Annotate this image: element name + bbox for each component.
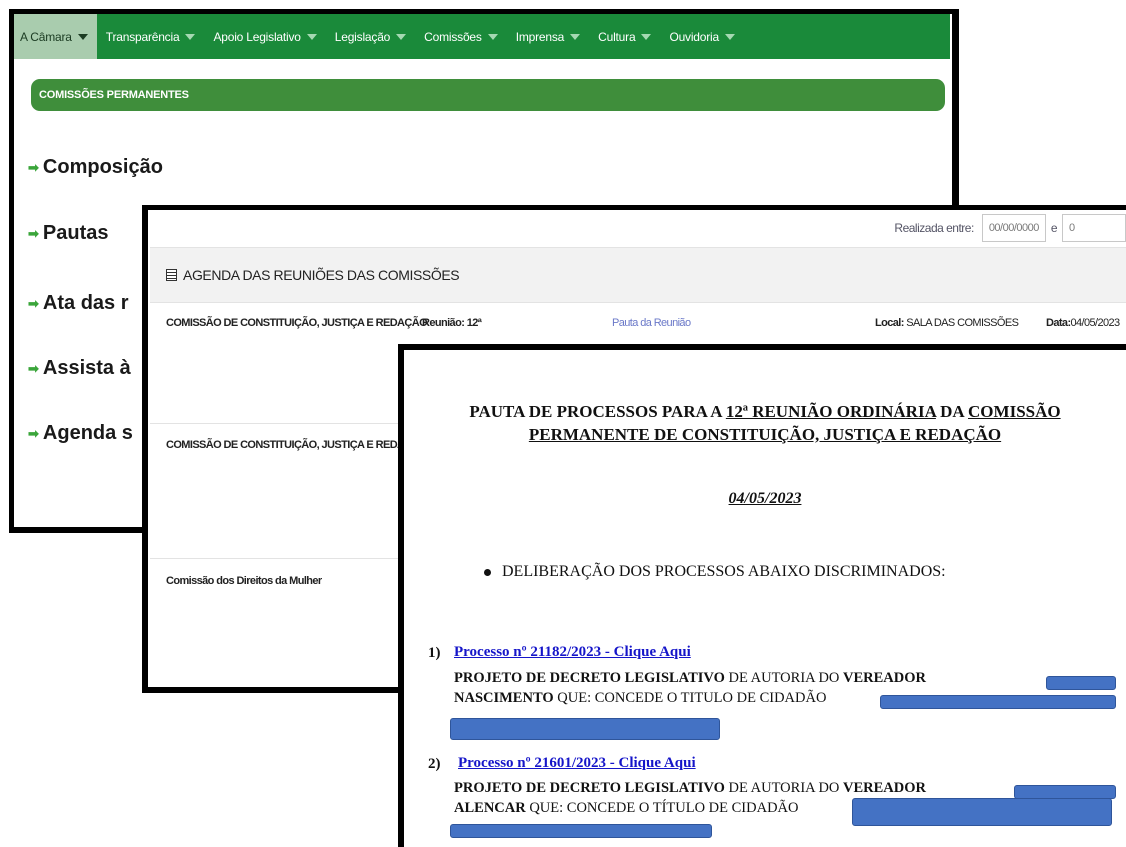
section-title-band: COMISSÕES PERMANENTES [31, 79, 945, 111]
process-number: 1) [428, 645, 441, 661]
chevron-down-icon [396, 33, 407, 40]
date-value: 04/05/2023 [1070, 317, 1121, 329]
process-link[interactable]: Processo nº 21601/2023 - Clique Aqui [458, 755, 696, 772]
redaction-block [1014, 785, 1116, 799]
menu-link-label: Ata das r [42, 292, 129, 314]
location-value: SALA DAS COMISSÕES [906, 317, 1019, 329]
nav-label: A Câmara [20, 29, 72, 44]
title-commission-name: PERMANENTE DE CONSTITUIÇÃO, JUSTIÇA E RE… [528, 425, 1002, 444]
text-bold: PROJETO DE DECRETO LEGISLATIVO [454, 670, 725, 686]
redaction-block [450, 824, 712, 838]
menu-link-pautas[interactable]: ➡ Pautas [28, 222, 109, 245]
menu-link-label: Composição [42, 156, 163, 178]
list-icon [166, 269, 177, 281]
filter-separator: e [1050, 221, 1058, 235]
arrow-right-icon: ➡ [28, 159, 39, 175]
menu-link-atas[interactable]: ➡ Ata das r [28, 292, 129, 315]
redaction-block [1046, 676, 1116, 690]
chevron-down-icon [641, 33, 652, 40]
date-label: Data: [1046, 317, 1071, 329]
menu-link-agenda[interactable]: ➡ Agenda s [28, 422, 133, 445]
document-date: 04/05/2023 [728, 490, 802, 507]
nav-label: Comissões [424, 29, 482, 44]
nav-item-transparencia[interactable]: Transparência [97, 14, 205, 59]
text-bold: ALENCAR [454, 800, 526, 816]
process-description: PROJETO DE DECRETO LEGISLATIVO DE AUTORI… [454, 670, 926, 687]
menu-link-label: Agenda s [42, 422, 133, 444]
bullet-text: DELIBERAÇÃO DOS PROCESSOS ABAIXO DISCRIM… [502, 563, 946, 580]
chevron-down-icon [725, 33, 735, 40]
text-bold: NASCIMENTO [454, 690, 554, 706]
date-from-input[interactable]: 00/00/0000 [981, 214, 1046, 242]
main-navbar: A Câmara Transparência Apoio Legislativo… [14, 14, 950, 59]
title-text: DA [935, 402, 969, 421]
nav-label: Apoio Legislativo [213, 29, 301, 44]
nav-item-cultura[interactable]: Cultura [589, 14, 660, 59]
commission-name: COMISSÃO DE CONSTITUIÇÃO, JUSTIÇA E REDA… [166, 317, 428, 329]
text: QUE: CONCEDE O TÍTULO DE CIDADÃO [525, 800, 799, 816]
process-number: 2) [428, 756, 441, 772]
nav-label: Imprensa [515, 29, 565, 44]
nav-label: Ouvidoria [669, 29, 719, 44]
process-link[interactable]: Processo nº 21182/2023 - Clique Aqui [454, 644, 691, 661]
process-description: NASCIMENTO QUE: CONCEDE O TITULO DE CIDA… [454, 690, 826, 707]
chevron-down-icon [77, 33, 88, 40]
process-description: ALENCAR QUE: CONCEDE O TÍTULO DE CIDADÃO [454, 800, 799, 817]
text-bold: VEREADOR [843, 780, 926, 796]
date-filter: Realizada entre: 00/00/0000 e 0 [894, 214, 1126, 242]
chevron-down-icon [185, 33, 196, 40]
nav-label: Transparência [105, 29, 180, 44]
process-description: PROJETO DE DECRETO LEGISLATIVO DE AUTORI… [454, 780, 926, 797]
meeting-agenda-link[interactable]: Pauta da Reunião [612, 317, 691, 329]
text: QUE: CONCEDE O TITULO DE CIDADÃO [553, 690, 827, 706]
document-panel: PAUTA DE PROCESSOS PARA A 12ª REUNIÃO OR… [398, 344, 1126, 847]
nav-item-legislacao[interactable]: Legislação [326, 14, 415, 59]
nav-label: Cultura [598, 29, 636, 44]
nav-item-ouvidoria[interactable]: Ouvidoria [660, 14, 744, 59]
nav-label: Legislação [334, 29, 391, 44]
filter-label: Realizada entre: [894, 221, 974, 235]
text: DE AUTORIA DO [724, 780, 844, 796]
redaction-block [880, 695, 1116, 709]
title-commission: COMISSÃO [968, 402, 1061, 421]
menu-link-assista[interactable]: ➡ Assista à [28, 357, 131, 380]
menu-link-label: Assista à [42, 357, 131, 379]
arrow-right-icon: ➡ [28, 225, 39, 241]
nav-item-imprensa[interactable]: Imprensa [507, 14, 589, 59]
title-meeting: 12ª REUNIÃO ORDINÁRIA [725, 402, 936, 421]
meeting-number: Reunião: 12ª [422, 317, 482, 329]
location-label: Local: [875, 317, 904, 329]
nav-item-comissoes[interactable]: Comissões [415, 14, 507, 59]
bullet-dot-icon [484, 568, 491, 576]
nav-item-apoio-legislativo[interactable]: Apoio Legislativo [204, 14, 325, 59]
redaction-block [450, 718, 720, 740]
commission-name: Comissão dos Direitos da Mulher [166, 575, 322, 587]
deliberation-bullet: DELIBERAÇÃO DOS PROCESSOS ABAIXO DISCRIM… [484, 563, 946, 581]
chevron-down-icon [306, 33, 317, 40]
text-bold: PROJETO DE DECRETO LEGISLATIVO [454, 780, 725, 796]
meeting-date: Data:04/05/2023 [1046, 317, 1120, 329]
chevron-down-icon [487, 33, 498, 40]
arrow-right-icon: ➡ [28, 360, 39, 376]
date-to-input[interactable]: 0 [1062, 214, 1126, 242]
menu-link-composicao[interactable]: ➡ Composição [28, 156, 163, 179]
agenda-header: AGENDA DAS REUNIÕES DAS COMISSÕES [150, 247, 1126, 303]
arrow-right-icon: ➡ [28, 425, 39, 441]
menu-link-label: Pautas [42, 222, 109, 244]
chevron-down-icon [570, 33, 581, 40]
commission-name: COMISSÃO DE CONSTITUIÇÃO, JUSTIÇA E REDA… [166, 439, 428, 451]
document-title: PAUTA DE PROCESSOS PARA A 12ª REUNIÃO OR… [404, 400, 1126, 446]
redaction-block [852, 798, 1112, 826]
text-bold: VEREADOR [843, 670, 926, 686]
arrow-right-icon: ➡ [28, 295, 39, 311]
title-text: PAUTA DE PROCESSOS PARA A [469, 402, 726, 421]
text: DE AUTORIA DO [724, 670, 844, 686]
agenda-title: AGENDA DAS REUNIÕES DAS COMISSÕES [183, 267, 460, 283]
meeting-location: Local: SALA DAS COMISSÕES [875, 317, 1019, 329]
nav-item-a-camara[interactable]: A Câmara [14, 14, 97, 59]
